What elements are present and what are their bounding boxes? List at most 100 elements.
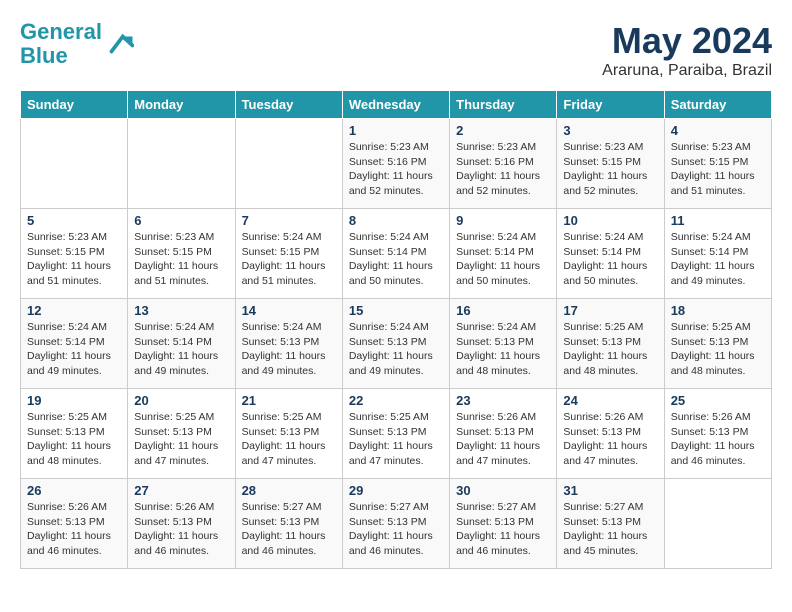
calendar-cell: 5 Sunrise: 5:23 AM Sunset: 5:15 PM Daylig… — [21, 209, 128, 299]
day-number: 13 — [134, 303, 228, 318]
day-info: Sunrise: 5:23 AM Sunset: 5:15 PM Dayligh… — [563, 140, 657, 199]
logo-icon — [104, 29, 134, 59]
day-info: Sunrise: 5:27 AM Sunset: 5:13 PM Dayligh… — [563, 500, 657, 559]
day-number: 5 — [27, 213, 121, 228]
day-info: Sunrise: 5:25 AM Sunset: 5:13 PM Dayligh… — [563, 320, 657, 379]
day-info: Sunrise: 5:25 AM Sunset: 5:13 PM Dayligh… — [242, 410, 336, 469]
weekday-header: Thursday — [450, 91, 557, 119]
day-number: 2 — [456, 123, 550, 138]
day-number: 7 — [242, 213, 336, 228]
weekday-header: Sunday — [21, 91, 128, 119]
day-info: Sunrise: 5:26 AM Sunset: 5:13 PM Dayligh… — [27, 500, 121, 559]
calendar-cell: 16Sunrise: 5:24 AM Sunset: 5:13 PM Dayli… — [450, 299, 557, 389]
day-info: Sunrise: 5:23 AM Sunset: 5:15 PM Dayligh… — [134, 230, 228, 289]
calendar-cell: 18 Sunrise: 5:25 AM Sunset: 5:13 PM Dayli… — [664, 299, 771, 389]
day-number: 28 — [242, 483, 336, 498]
day-info: Sunrise: 5:26 AM Sunset: 5:13 PM Dayligh… — [456, 410, 550, 469]
day-number: 4 — [671, 123, 765, 138]
calendar-cell: 6 Sunrise: 5:23 AM Sunset: 5:15 PM Daylig… — [128, 209, 235, 299]
day-number: 23 — [456, 393, 550, 408]
day-info: Sunrise: 5:25 AM Sunset: 5:13 PM Dayligh… — [134, 410, 228, 469]
calendar-cell: 11Sunrise: 5:24 AM Sunset: 5:14 PM Dayli… — [664, 209, 771, 299]
day-number: 19 — [27, 393, 121, 408]
calendar-cell: 30 Sunrise: 5:27 AM Sunset: 5:13 PM Dayli… — [450, 479, 557, 569]
location-title: Araruna, Paraiba, Brazil — [602, 62, 772, 80]
calendar-cell: 9 Sunrise: 5:24 AM Sunset: 5:14 PM Daylig… — [450, 209, 557, 299]
day-info: Sunrise: 5:26 AM Sunset: 5:13 PM Dayligh… — [563, 410, 657, 469]
calendar-cell: 27Sunrise: 5:26 AM Sunset: 5:13 PM Dayli… — [128, 479, 235, 569]
day-number: 22 — [349, 393, 443, 408]
logo-text: General Blue — [20, 20, 102, 68]
calendar-cell: 22 Sunrise: 5:25 AM Sunset: 5:13 PM Dayli… — [342, 389, 449, 479]
day-number: 6 — [134, 213, 228, 228]
day-number: 26 — [27, 483, 121, 498]
day-number: 20 — [134, 393, 228, 408]
day-number: 18 — [671, 303, 765, 318]
day-info: Sunrise: 5:24 AM Sunset: 5:14 PM Dayligh… — [134, 320, 228, 379]
day-number: 15 — [349, 303, 443, 318]
day-number: 8 — [349, 213, 443, 228]
day-info: Sunrise: 5:27 AM Sunset: 5:13 PM Dayligh… — [349, 500, 443, 559]
calendar-cell: 13 Sunrise: 5:24 AM Sunset: 5:14 PM Dayli… — [128, 299, 235, 389]
day-number: 10 — [563, 213, 657, 228]
day-number: 17 — [563, 303, 657, 318]
calendar-cell: 3 Sunrise: 5:23 AM Sunset: 5:15 PM Daylig… — [557, 119, 664, 209]
day-number: 12 — [27, 303, 121, 318]
day-info: Sunrise: 5:24 AM Sunset: 5:13 PM Dayligh… — [456, 320, 550, 379]
day-number: 14 — [242, 303, 336, 318]
day-info: Sunrise: 5:23 AM Sunset: 5:15 PM Dayligh… — [671, 140, 765, 199]
page-header: General Blue May 2024 Araruna, Paraiba, … — [20, 20, 772, 80]
calendar-cell — [664, 479, 771, 569]
calendar-cell: 10 Sunrise: 5:24 AM Sunset: 5:14 PM Dayli… — [557, 209, 664, 299]
weekday-header: Friday — [557, 91, 664, 119]
calendar-cell: 31 Sunrise: 5:27 AM Sunset: 5:13 PM Dayli… — [557, 479, 664, 569]
day-number: 24 — [563, 393, 657, 408]
calendar-cell: 7Sunrise: 5:24 AM Sunset: 5:15 PM Daylig… — [235, 209, 342, 299]
logo: General Blue — [20, 20, 134, 68]
weekday-header: Saturday — [664, 91, 771, 119]
title-block: May 2024 Araruna, Paraiba, Brazil — [602, 20, 772, 80]
day-number: 29 — [349, 483, 443, 498]
calendar-cell: 19 Sunrise: 5:25 AM Sunset: 5:13 PM Dayli… — [21, 389, 128, 479]
day-number: 1 — [349, 123, 443, 138]
calendar-cell — [235, 119, 342, 209]
day-info: Sunrise: 5:24 AM Sunset: 5:14 PM Dayligh… — [563, 230, 657, 289]
day-info: Sunrise: 5:25 AM Sunset: 5:13 PM Dayligh… — [349, 410, 443, 469]
calendar-cell: 4 Sunrise: 5:23 AM Sunset: 5:15 PM Daylig… — [664, 119, 771, 209]
calendar-cell: 24 Sunrise: 5:26 AM Sunset: 5:13 PM Dayli… — [557, 389, 664, 479]
calendar-cell: 2Sunrise: 5:23 AM Sunset: 5:16 PM Daylig… — [450, 119, 557, 209]
calendar-cell: 29 Sunrise: 5:27 AM Sunset: 5:13 PM Dayli… — [342, 479, 449, 569]
calendar-cell: 14 Sunrise: 5:24 AM Sunset: 5:13 PM Dayli… — [235, 299, 342, 389]
day-info: Sunrise: 5:23 AM Sunset: 5:16 PM Dayligh… — [349, 140, 443, 199]
day-info: Sunrise: 5:25 AM Sunset: 5:13 PM Dayligh… — [27, 410, 121, 469]
calendar-cell: 21 Sunrise: 5:25 AM Sunset: 5:13 PM Dayli… — [235, 389, 342, 479]
calendar-cell — [21, 119, 128, 209]
calendar-table: SundayMondayTuesdayWednesdayThursdayFrid… — [20, 90, 772, 569]
day-info: Sunrise: 5:24 AM Sunset: 5:14 PM Dayligh… — [456, 230, 550, 289]
day-info: Sunrise: 5:26 AM Sunset: 5:13 PM Dayligh… — [671, 410, 765, 469]
day-info: Sunrise: 5:24 AM Sunset: 5:14 PM Dayligh… — [27, 320, 121, 379]
day-info: Sunrise: 5:25 AM Sunset: 5:13 PM Dayligh… — [671, 320, 765, 379]
day-number: 9 — [456, 213, 550, 228]
calendar-cell: 20 Sunrise: 5:25 AM Sunset: 5:13 PM Dayli… — [128, 389, 235, 479]
day-info: Sunrise: 5:27 AM Sunset: 5:13 PM Dayligh… — [456, 500, 550, 559]
day-info: Sunrise: 5:26 AM Sunset: 5:13 PM Dayligh… — [134, 500, 228, 559]
calendar-cell — [128, 119, 235, 209]
weekday-header: Tuesday — [235, 91, 342, 119]
month-title: May 2024 — [602, 20, 772, 62]
day-number: 31 — [563, 483, 657, 498]
calendar-cell: 8Sunrise: 5:24 AM Sunset: 5:14 PM Daylig… — [342, 209, 449, 299]
day-info: Sunrise: 5:23 AM Sunset: 5:15 PM Dayligh… — [27, 230, 121, 289]
day-info: Sunrise: 5:24 AM Sunset: 5:13 PM Dayligh… — [242, 320, 336, 379]
calendar-cell: 25Sunrise: 5:26 AM Sunset: 5:13 PM Dayli… — [664, 389, 771, 479]
day-info: Sunrise: 5:24 AM Sunset: 5:13 PM Dayligh… — [349, 320, 443, 379]
day-number: 30 — [456, 483, 550, 498]
day-number: 21 — [242, 393, 336, 408]
day-info: Sunrise: 5:27 AM Sunset: 5:13 PM Dayligh… — [242, 500, 336, 559]
day-number: 3 — [563, 123, 657, 138]
weekday-header: Monday — [128, 91, 235, 119]
calendar-cell: 28 Sunrise: 5:27 AM Sunset: 5:13 PM Dayli… — [235, 479, 342, 569]
weekday-header: Wednesday — [342, 91, 449, 119]
calendar-cell: 26 Sunrise: 5:26 AM Sunset: 5:13 PM Dayli… — [21, 479, 128, 569]
calendar-cell: 15 Sunrise: 5:24 AM Sunset: 5:13 PM Dayli… — [342, 299, 449, 389]
